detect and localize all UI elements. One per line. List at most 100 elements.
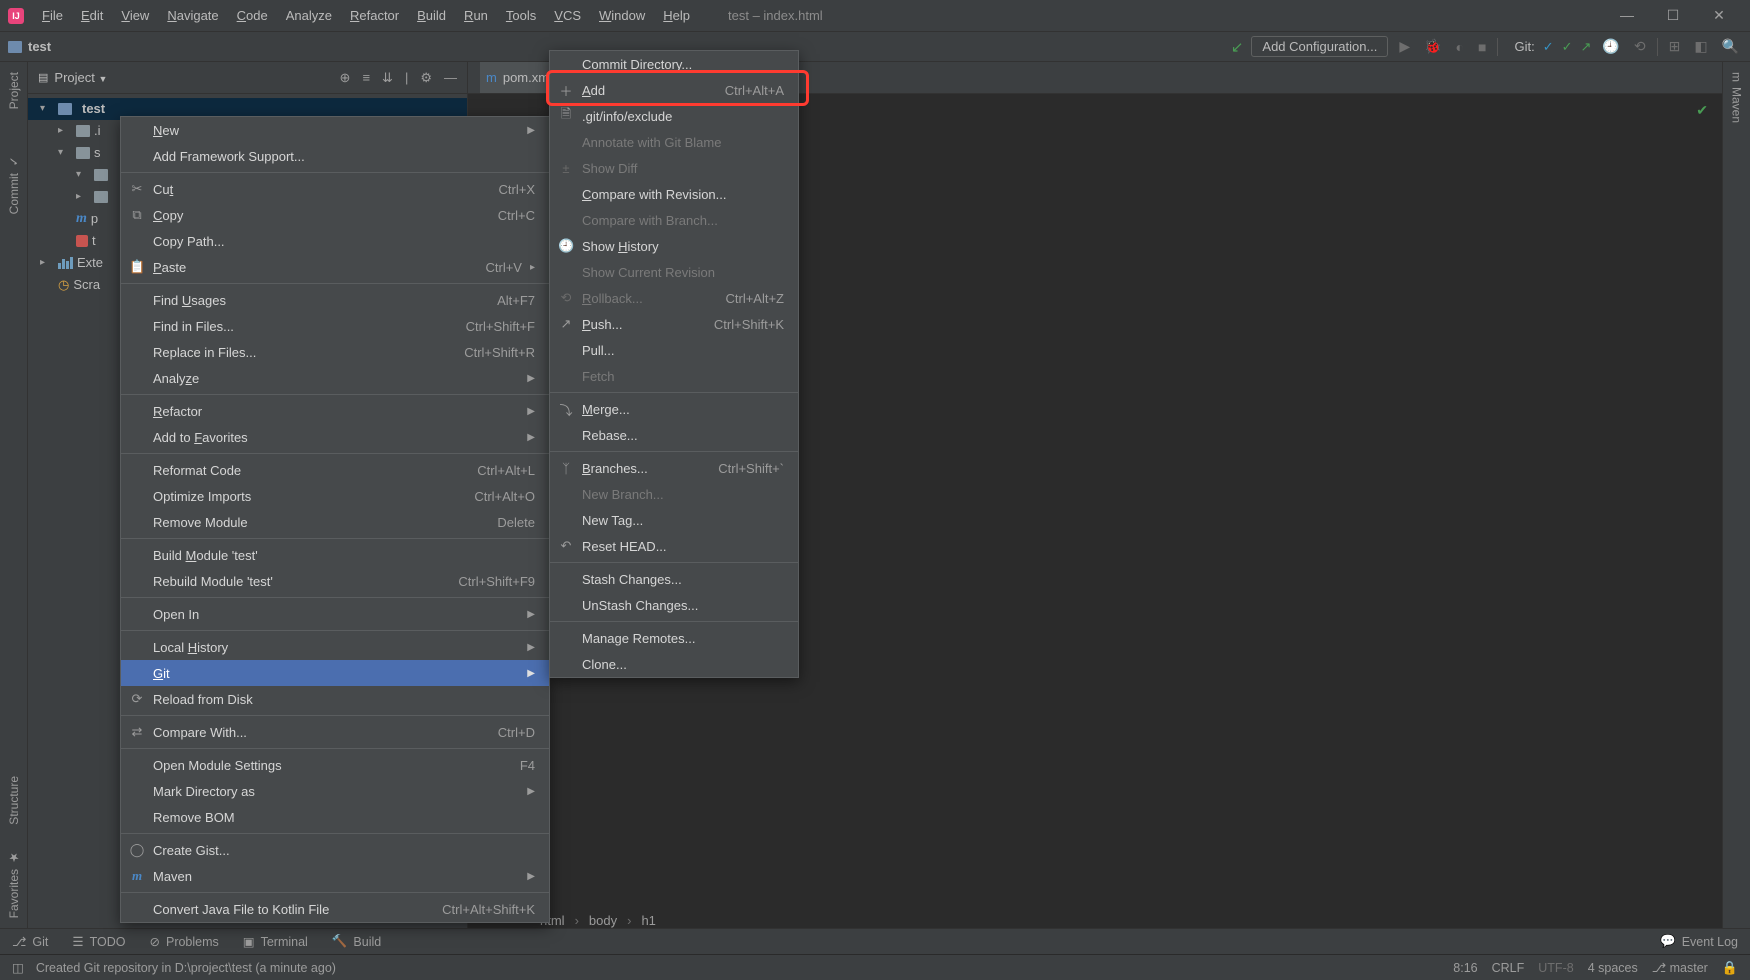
menu-item-open-in[interactable]: Open In▶ [121, 601, 549, 627]
build-tool-button[interactable]: 🔨Build [332, 934, 381, 949]
caret-position[interactable]: 8:16 [1453, 961, 1477, 975]
close-button[interactable]: ✕ [1704, 7, 1734, 24]
hide-icon[interactable]: — [444, 70, 457, 86]
todo-tool-button[interactable]: ☰TODO [72, 934, 125, 949]
menu-edit[interactable]: Edit [73, 4, 111, 27]
menu-item-refactor[interactable]: Refactor▶ [121, 398, 549, 424]
menu-item-mark-directory-as[interactable]: Mark Directory as▶ [121, 778, 549, 804]
menu-item-convert-java-file-to-kotlin-file[interactable]: Convert Java File to Kotlin FileCtrl+Alt… [121, 896, 549, 922]
menu-item-add-to-favorites[interactable]: Add to Favorites▶ [121, 424, 549, 450]
menu-item-pull[interactable]: Pull... [550, 337, 798, 363]
tool-window-toggle-icon[interactable]: ◫ [12, 960, 24, 975]
menu-item-commit-directory[interactable]: Commit Directory... [550, 51, 798, 77]
indent-setting[interactable]: 4 spaces [1588, 961, 1638, 975]
breadcrumb-root[interactable]: test [28, 39, 51, 54]
menu-item-compare-with-revision[interactable]: Compare with Revision... [550, 181, 798, 207]
menu-navigate[interactable]: Navigate [159, 4, 226, 27]
crumb[interactable]: h1 [641, 913, 655, 928]
menu-item-add-framework-support[interactable]: Add Framework Support... [121, 143, 549, 169]
menu-item-find-usages[interactable]: Find UsagesAlt+F7 [121, 287, 549, 313]
event-log-button[interactable]: 💬Event Log [1660, 934, 1738, 949]
build-icon[interactable]: ↙ [1231, 38, 1244, 56]
menu-item-unstash-changes[interactable]: UnStash Changes... [550, 592, 798, 618]
menu-view[interactable]: View [113, 4, 157, 27]
menu-analyze[interactable]: Analyze [278, 4, 340, 27]
terminal-tool-button[interactable]: ▣Terminal [243, 934, 308, 949]
collapse-icon[interactable]: ⇊ [382, 70, 393, 86]
rollback-icon[interactable]: ⟲ [1631, 38, 1649, 55]
menu-item-rebuild-module-test[interactable]: Rebuild Module 'test'Ctrl+Shift+F9 [121, 568, 549, 594]
menu-item-merge[interactable]: ⤵Merge... [550, 396, 798, 422]
lock-icon[interactable]: 🔒 [1722, 960, 1738, 976]
menu-item-analyze[interactable]: Analyze▶ [121, 365, 549, 391]
editor-tab-pom[interactable]: m pom.xm [480, 62, 555, 93]
menu-help[interactable]: Help [655, 4, 698, 27]
menu-file[interactable]: File [34, 4, 71, 27]
menu-item-optimize-imports[interactable]: Optimize ImportsCtrl+Alt+O [121, 483, 549, 509]
structure-tool-button[interactable]: Structure [7, 776, 21, 825]
git-branch[interactable]: ⎇ master [1652, 960, 1708, 975]
menu-item-remove-module[interactable]: Remove ModuleDelete [121, 509, 549, 535]
menu-item-manage-remotes[interactable]: Manage Remotes... [550, 625, 798, 651]
menu-item-git[interactable]: Git▶ [121, 660, 549, 686]
search-icon[interactable]: 🔍 [1719, 38, 1742, 55]
menu-item-push[interactable]: ↗Push...Ctrl+Shift+K [550, 311, 798, 337]
menu-tools[interactable]: Tools [498, 4, 544, 27]
menu-run[interactable]: Run [456, 4, 496, 27]
inspection-ok-icon[interactable]: ✔ [1696, 102, 1708, 119]
menu-item-copy[interactable]: ⧉CopyCtrl+C [121, 202, 549, 228]
menu-window[interactable]: Window [591, 4, 653, 27]
maximize-button[interactable]: ☐ [1658, 7, 1688, 24]
menu-item-reload-from-disk[interactable]: ⟳Reload from Disk [121, 686, 549, 712]
menu-item-find-in-files[interactable]: Find in Files...Ctrl+Shift+F [121, 313, 549, 339]
menu-item-new[interactable]: New▶ [121, 117, 549, 143]
favorites-tool-button[interactable]: Favorites★ [7, 850, 21, 918]
line-separator[interactable]: CRLF [1492, 961, 1525, 975]
editor-breadcrumb[interactable]: html› body› h1 [540, 913, 656, 928]
menu-item-local-history[interactable]: Local History▶ [121, 634, 549, 660]
git-tool-button[interactable]: ⎇Git [12, 934, 48, 949]
menu-item-reformat-code[interactable]: Reformat CodeCtrl+Alt+L [121, 457, 549, 483]
menu-item-branches[interactable]: ᛉBranches...Ctrl+Shift+` [550, 455, 798, 481]
menu-item-reset-head[interactable]: ↶Reset HEAD... [550, 533, 798, 559]
menu-item-replace-in-files[interactable]: Replace in Files...Ctrl+Shift+R [121, 339, 549, 365]
menu-item-cut[interactable]: ✂CutCtrl+X [121, 176, 549, 202]
menu-vcs[interactable]: VCS [546, 4, 589, 27]
menu-item-create-gist[interactable]: ◯Create Gist... [121, 837, 549, 863]
git-push-icon[interactable]: ↗ [1581, 39, 1592, 55]
project-view-dropdown[interactable]: Project ▼ [54, 70, 107, 85]
menu-item-git-info-exclude[interactable]: 🗎.git/info/exclude [550, 103, 798, 129]
maven-tool-button[interactable]: mMaven [1730, 72, 1744, 123]
menu-item-new-tag[interactable]: New Tag... [550, 507, 798, 533]
menu-item-clone[interactable]: Clone... [550, 651, 798, 677]
menu-item-add[interactable]: ＋AddCtrl+Alt+A [550, 77, 798, 103]
add-configuration-button[interactable]: Add Configuration... [1251, 36, 1388, 57]
structure-icon[interactable]: ⊞ [1666, 38, 1684, 55]
project-tool-button[interactable]: Project [7, 72, 21, 109]
menu-item-maven[interactable]: mMaven▶ [121, 863, 549, 889]
menu-item-copy-path[interactable]: Copy Path... [121, 228, 549, 254]
expand-icon[interactable]: ≡ [362, 70, 370, 86]
menu-item-show-history[interactable]: 🕘Show History [550, 233, 798, 259]
history-icon[interactable]: 🕘 [1599, 38, 1622, 55]
git-commit-icon[interactable]: ✓ [1562, 39, 1573, 55]
menu-item-stash-changes[interactable]: Stash Changes... [550, 566, 798, 592]
menu-item-open-module-settings[interactable]: Open Module SettingsF4 [121, 752, 549, 778]
crumb[interactable]: body [589, 913, 617, 928]
menu-item-rebase[interactable]: Rebase... [550, 422, 798, 448]
commit-tool-button[interactable]: Commit✓ [7, 154, 21, 214]
menu-item-build-module-test[interactable]: Build Module 'test' [121, 542, 549, 568]
layout-icon[interactable]: ◧ [1691, 38, 1710, 55]
file-encoding[interactable]: UTF-8 [1538, 961, 1573, 975]
git-update-icon[interactable]: ✓ [1543, 39, 1554, 55]
settings-icon[interactable]: ⚙ [420, 70, 432, 86]
menu-build[interactable]: Build [409, 4, 454, 27]
menu-refactor[interactable]: Refactor [342, 4, 407, 27]
minimize-button[interactable]: — [1612, 7, 1642, 24]
target-icon[interactable]: ⊕ [340, 70, 351, 86]
menu-code[interactable]: Code [229, 4, 276, 27]
menu-item-paste[interactable]: 📋PasteCtrl+V▸ [121, 254, 549, 280]
problems-tool-button[interactable]: ⊘Problems [150, 934, 219, 949]
menu-item-remove-bom[interactable]: Remove BOM [121, 804, 549, 830]
menu-item-compare-with[interactable]: ⇄Compare With...Ctrl+D [121, 719, 549, 745]
